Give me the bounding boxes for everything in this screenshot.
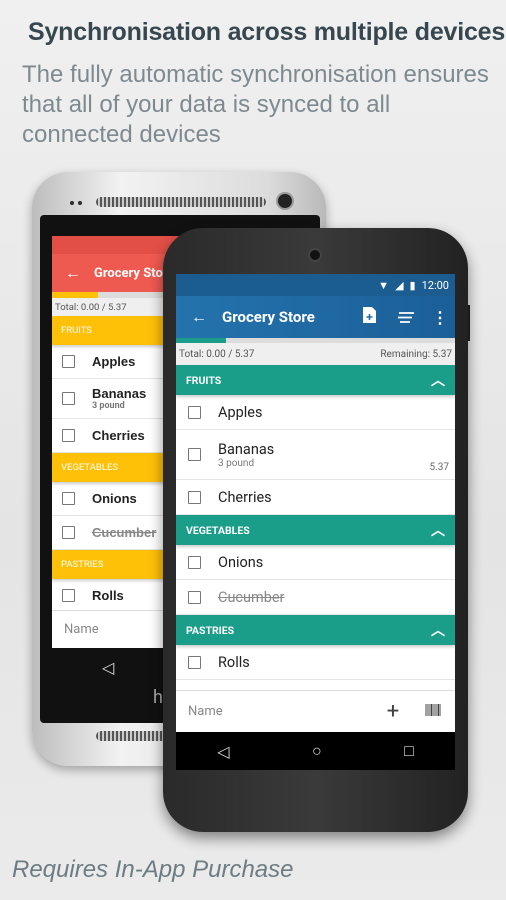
nav-bar: ◁ ○ □ [176, 732, 455, 770]
progress-bar [176, 338, 455, 343]
checkbox[interactable] [62, 355, 75, 368]
item-name: Onions [92, 491, 137, 506]
chevron-up-icon[interactable]: ︿ [431, 620, 445, 640]
camera [276, 192, 294, 210]
totals-row: Total: 0.00 / 5.37 Remaining: 5.37 [176, 343, 455, 365]
sort-icon[interactable] [387, 308, 425, 327]
checkbox[interactable] [188, 405, 201, 419]
wifi-icon: ▼ [378, 278, 390, 292]
checkbox[interactable] [62, 492, 75, 505]
checkbox[interactable] [62, 429, 75, 442]
item-name: Cucumber [218, 588, 285, 606]
list-item[interactable]: Bananas 3 pound 5.37 [176, 430, 455, 480]
checkbox[interactable] [188, 555, 201, 569]
clock: 12:00 [421, 278, 449, 292]
name-placeholder: Name [188, 704, 223, 719]
headline: Synchronisation across multiple devices [28, 18, 506, 46]
section-header[interactable]: VEGETABLES ︿ [176, 515, 455, 545]
item-name: Onions [218, 553, 264, 571]
battery-icon: ▮ [409, 278, 416, 292]
item-name: Apples [92, 354, 136, 369]
toolbar-title: Grocery Store [222, 308, 315, 326]
item-name: Apples [218, 403, 263, 421]
nav-recents-icon[interactable]: □ [404, 741, 414, 761]
checkbox[interactable] [188, 590, 201, 604]
nav-home-icon[interactable]: ○ [312, 741, 322, 761]
toolbar: ← Grocery Store ⋮ [176, 296, 455, 338]
chevron-up-icon[interactable]: ︿ [431, 520, 445, 540]
name-placeholder: Name [64, 622, 99, 637]
subtitle: The fully automatic synchronisation ensu… [22, 61, 489, 148]
list-item[interactable]: Cucumber [176, 580, 455, 615]
list-item[interactable]: Rolls [176, 645, 455, 680]
section-title: VEGETABLES [186, 523, 250, 537]
item-name: Bananas [218, 440, 275, 458]
checkbox[interactable] [62, 392, 75, 405]
chevron-up-icon[interactable]: ︿ [431, 370, 445, 390]
nav-back-icon[interactable]: ◁ [102, 658, 114, 677]
sensor [68, 200, 84, 206]
section-title: PASTRIES [61, 559, 104, 570]
section-title: FRUITS [61, 325, 92, 336]
section-header[interactable]: FRUITS ︿ [176, 365, 455, 395]
item-name: Rolls [218, 653, 250, 671]
name-input[interactable]: Name + [176, 690, 455, 732]
item-name: Cherries [218, 488, 272, 506]
checkbox[interactable] [62, 589, 75, 602]
nav-back-icon[interactable]: ◁ [217, 742, 229, 761]
speaker-grill [96, 197, 266, 207]
section-title: FRUITS [186, 373, 222, 387]
item-quantity: 3 pound [218, 457, 255, 469]
item-name: Cherries [92, 428, 145, 443]
footer-note: Requires In-App Purchase [12, 856, 294, 883]
item-price: 5.37 [429, 462, 450, 473]
item-quantity: 3 pound [92, 401, 125, 411]
section-header[interactable]: PASTRIES ︿ [176, 615, 455, 645]
checkbox[interactable] [188, 655, 201, 669]
brand-logo: h [153, 687, 163, 708]
status-bar: ▼ ◢ ▮ 12:00 [176, 274, 455, 296]
list-item[interactable]: Cherries [176, 480, 455, 515]
add-icon[interactable]: + [375, 699, 411, 724]
front-phone-screen: ▼ ◢ ▮ 12:00 ← Grocery Store ⋮ Total: 0.00 / … [176, 274, 455, 770]
arrow-left-icon[interactable]: ← [176, 307, 222, 327]
list-item[interactable]: Apples [176, 395, 455, 430]
more-vert-icon[interactable]: ⋮ [425, 308, 455, 327]
add-document-icon[interactable] [351, 307, 387, 327]
total-label: Total: 0.00 / 5.37 [55, 301, 127, 313]
item-name: Bananas [92, 386, 147, 401]
list-item[interactable]: Onions [176, 545, 455, 580]
section-title: PASTRIES [186, 623, 235, 637]
arrow-left-icon[interactable]: ← [52, 263, 94, 283]
total-label: Total: 0.00 / 5.37 [179, 348, 255, 360]
checkbox[interactable] [188, 448, 201, 461]
item-name: Rolls [92, 588, 124, 603]
checkbox[interactable] [62, 526, 75, 539]
front-camera [308, 248, 322, 262]
remaining-label: Remaining: 5.37 [380, 348, 452, 360]
section-title: VEGETABLES [61, 462, 118, 473]
barcode-icon[interactable] [411, 703, 455, 720]
item-name: Cucumber [92, 525, 157, 540]
signal-icon: ◢ [395, 278, 404, 292]
checkbox[interactable] [188, 490, 201, 504]
